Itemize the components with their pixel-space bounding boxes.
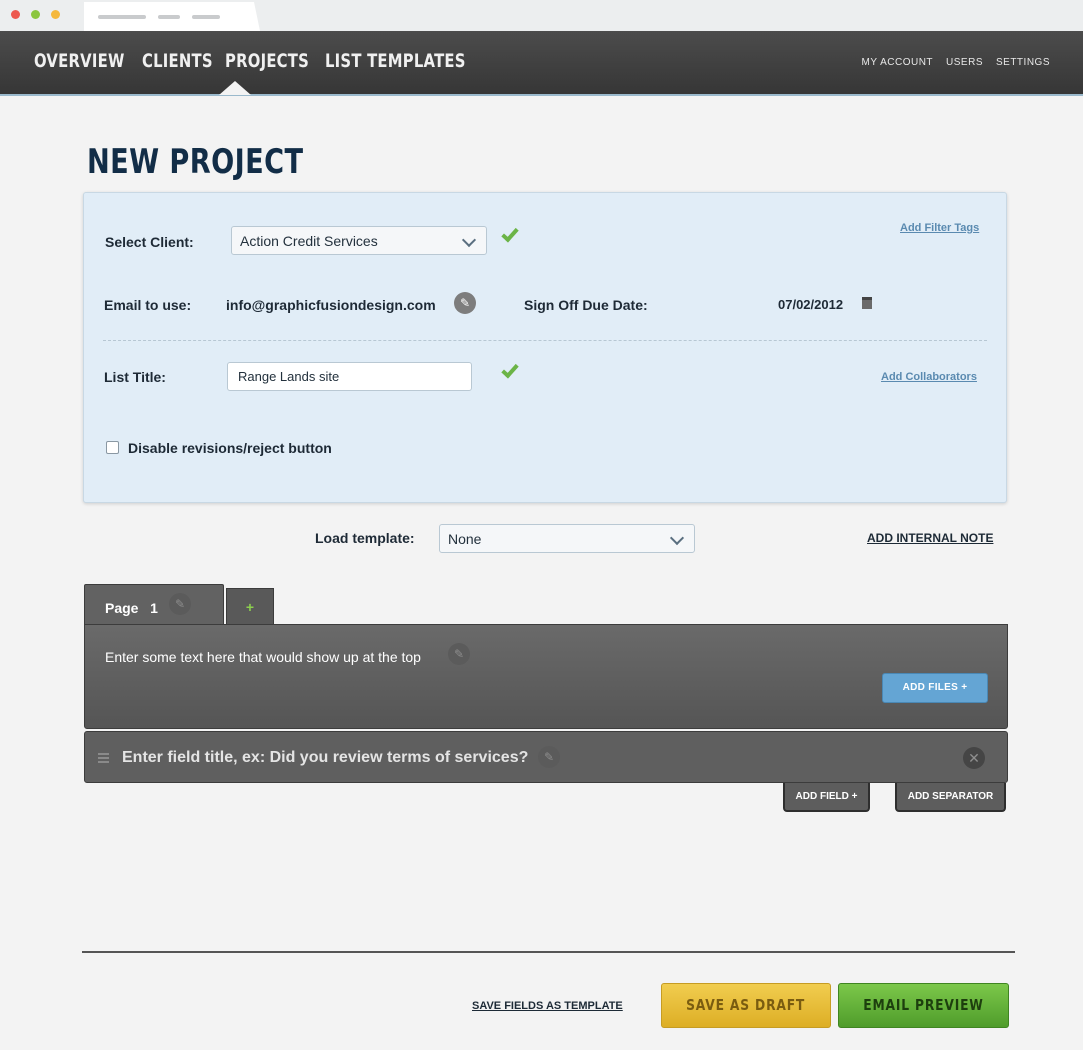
nav-users[interactable]: USERS bbox=[946, 57, 983, 68]
field-title-text[interactable]: Enter field title, ex: Did you review te… bbox=[122, 749, 528, 767]
disable-revisions-label: Disable revisions/reject button bbox=[128, 440, 332, 456]
client-valid-check-icon bbox=[501, 224, 519, 243]
nav-overview[interactable]: OVERVIEW bbox=[34, 50, 125, 72]
nav-list-templates[interactable]: LIST TEMPLATES bbox=[325, 50, 466, 72]
add-separator-button[interactable]: ADD SEPARATOR bbox=[895, 783, 1006, 812]
email-value: info@graphicfusiondesign.com bbox=[226, 297, 436, 313]
client-select[interactable]: Action Credit Services bbox=[231, 226, 487, 255]
page-body: Enter some text here that would show up … bbox=[84, 624, 1008, 729]
list-title-input[interactable]: Range Lands site bbox=[227, 362, 472, 391]
tab-placeholder-bar bbox=[98, 15, 146, 19]
nav-projects[interactable]: PROJECTS bbox=[225, 50, 309, 72]
nav-settings[interactable]: SETTINGS bbox=[996, 57, 1050, 68]
edit-field-pencil-icon[interactable]: ✎ bbox=[538, 746, 560, 768]
add-field-button[interactable]: ADD FIELD + bbox=[783, 783, 870, 812]
tab-placeholder-bar bbox=[192, 15, 220, 19]
nav-my-account[interactable]: MY ACCOUNT bbox=[862, 57, 934, 68]
top-nav: OVERVIEW CLIENTS PROJECTS LIST TEMPLATES… bbox=[0, 31, 1083, 96]
disable-revisions-checkbox[interactable] bbox=[106, 441, 119, 454]
save-fields-as-template-link[interactable]: SAVE FIELDS AS TEMPLATE bbox=[472, 1000, 623, 1012]
list-title-value: Range Lands site bbox=[238, 369, 340, 384]
save-as-draft-button[interactable]: SAVE AS DRAFT bbox=[661, 983, 831, 1028]
drag-handle-icon[interactable] bbox=[98, 753, 109, 765]
browser-chrome bbox=[0, 0, 1083, 31]
calendar-icon[interactable] bbox=[862, 297, 872, 309]
template-select-value: None bbox=[448, 531, 482, 547]
active-nav-indicator bbox=[219, 81, 251, 95]
main-nav: OVERVIEW CLIENTS PROJECTS LIST TEMPLATES bbox=[34, 50, 481, 72]
page-tab-label: Page 1 bbox=[105, 600, 158, 616]
maximize-window-dot[interactable] bbox=[51, 10, 60, 19]
add-internal-note-link[interactable]: ADD INTERNAL NOTE bbox=[867, 531, 993, 545]
account-nav: MY ACCOUNT USERS SETTINGS bbox=[862, 57, 1050, 68]
page-title: NEW PROJECT bbox=[87, 142, 304, 182]
title-valid-check-icon bbox=[501, 360, 519, 379]
due-date-label: Sign Off Due Date: bbox=[524, 297, 648, 313]
due-date-value[interactable]: 07/02/2012 bbox=[778, 297, 843, 312]
chevron-down-icon bbox=[461, 232, 477, 248]
edit-intro-pencil-icon[interactable]: ✎ bbox=[448, 643, 470, 665]
add-files-button[interactable]: ADD FILES + bbox=[882, 673, 988, 703]
field-row: Enter field title, ex: Did you review te… bbox=[84, 731, 1008, 783]
add-collaborators-link[interactable]: Add Collaborators bbox=[881, 371, 977, 383]
client-label: Select Client: bbox=[105, 234, 194, 250]
tab-page-1[interactable]: Page 1 ✎ bbox=[84, 584, 224, 626]
footer-divider bbox=[82, 951, 1015, 953]
chevron-down-icon bbox=[669, 530, 685, 546]
add-page-tab-button[interactable]: + bbox=[226, 588, 274, 625]
close-window-dot[interactable] bbox=[11, 10, 20, 19]
tab-placeholder-bar bbox=[158, 15, 180, 19]
client-select-value: Action Credit Services bbox=[240, 233, 378, 249]
form-divider bbox=[103, 340, 987, 341]
email-preview-button[interactable]: EMAIL PREVIEW bbox=[838, 983, 1009, 1028]
email-label: Email to use: bbox=[104, 297, 192, 313]
remove-field-close-icon[interactable]: ✕ bbox=[963, 747, 985, 769]
load-template-label: Load template: bbox=[315, 530, 415, 546]
template-select[interactable]: None bbox=[439, 524, 695, 553]
project-form-panel: Select Client: Action Credit Services Ad… bbox=[83, 192, 1007, 503]
list-title-label: List Title: bbox=[104, 369, 166, 385]
edit-page-name-pencil-icon[interactable]: ✎ bbox=[169, 593, 191, 615]
minimize-window-dot[interactable] bbox=[31, 10, 40, 19]
nav-clients[interactable]: CLIENTS bbox=[142, 50, 213, 72]
browser-tab[interactable] bbox=[84, 2, 260, 31]
edit-email-pencil-icon[interactable]: ✎ bbox=[454, 292, 476, 314]
add-filter-tags-link[interactable]: Add Filter Tags bbox=[900, 222, 979, 234]
page-intro-text[interactable]: Enter some text here that would show up … bbox=[105, 649, 421, 665]
